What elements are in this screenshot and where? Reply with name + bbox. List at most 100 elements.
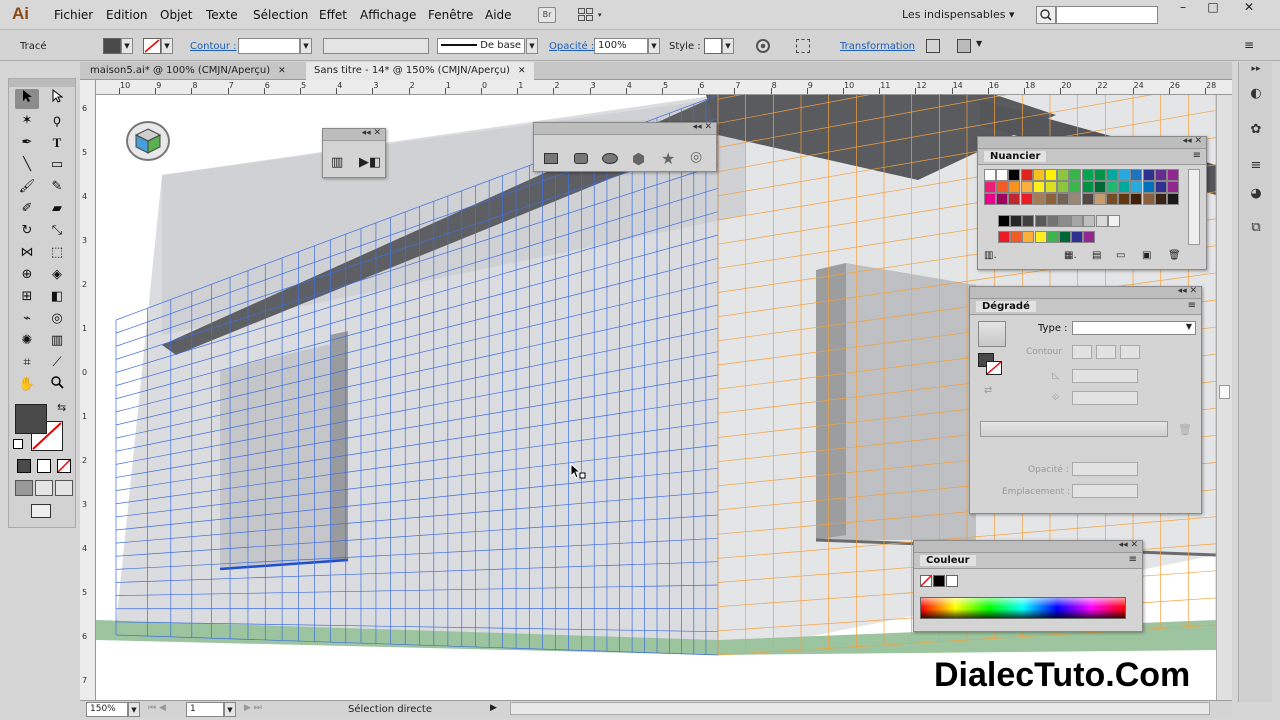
color-swatch[interactable]	[1081, 193, 1094, 205]
opacity-link[interactable]: Opacité :	[549, 41, 594, 52]
gradient-type-select[interactable]: ▼	[1072, 321, 1196, 335]
color-swatch[interactable]	[1032, 169, 1045, 181]
bright-swatch[interactable]	[1010, 231, 1023, 243]
artboard-number-input[interactable]: 1	[186, 702, 224, 717]
pen-tool-icon[interactable]: ✒	[15, 133, 39, 153]
star-shape-icon[interactable]: ★	[661, 149, 675, 168]
color-swatch[interactable]	[984, 169, 996, 181]
bright-swatch[interactable]	[1083, 231, 1096, 243]
panel-controls-icon[interactable]: ◂◂ ✕	[1119, 540, 1138, 550]
mesh-tool-icon[interactable]: ⊞	[15, 287, 39, 307]
menu-objet[interactable]: Objet	[160, 8, 192, 22]
color-swatch[interactable]	[1130, 181, 1143, 193]
transform-link[interactable]: Transformation	[840, 41, 915, 52]
none-mode-icon[interactable]	[57, 459, 71, 473]
perspective-widget-icon[interactable]	[126, 121, 170, 161]
stroke-weight-link[interactable]: Contour :	[190, 41, 236, 52]
transform-options-icon[interactable]	[957, 39, 971, 53]
brush-dropdown-icon[interactable]: ▼	[526, 38, 538, 54]
scale-tool-icon[interactable]: ⤡	[45, 221, 69, 241]
color-swatch[interactable]	[1045, 181, 1057, 193]
search-input[interactable]	[1056, 6, 1158, 24]
hand-tool-icon[interactable]: ✋	[15, 375, 39, 395]
color-swatch[interactable]	[1106, 181, 1118, 193]
stroke-panel-icon[interactable]: ≡	[1247, 158, 1265, 174]
selection-tool-icon[interactable]	[15, 89, 39, 109]
brushes-icon[interactable]: ✿	[1247, 122, 1265, 138]
rotate-tool-icon[interactable]: ↻	[15, 221, 39, 241]
gray-swatch[interactable]	[1095, 215, 1108, 227]
screen-mode-icon[interactable]	[31, 504, 51, 518]
color-swatch[interactable]	[1167, 193, 1179, 205]
black-color-swatch[interactable]	[933, 575, 945, 587]
menu-aide[interactable]: Aide	[485, 8, 512, 22]
horizontal-scrollbar[interactable]	[510, 702, 1210, 715]
gray-swatch[interactable]	[1083, 215, 1096, 227]
panel-controls-icon[interactable]: ◂◂ ✕	[362, 128, 381, 138]
pencil-tool-icon[interactable]: ✎	[45, 177, 69, 197]
draw-inside-icon[interactable]	[55, 480, 73, 496]
swatch-kinds-icon[interactable]: ▦.	[1064, 250, 1077, 261]
direct-selection-tool-icon[interactable]	[45, 88, 69, 109]
fill-color-swatch[interactable]	[103, 38, 121, 54]
menu-affichage[interactable]: Affichage	[360, 8, 416, 22]
stroke-weight-input[interactable]	[238, 38, 300, 54]
gray-swatch[interactable]	[1107, 215, 1120, 227]
rounded-rectangle-shape-icon[interactable]	[574, 153, 588, 164]
draw-normal-icon[interactable]	[15, 480, 33, 496]
bridge-button[interactable]: Br	[538, 7, 556, 23]
align-to-icon[interactable]	[796, 39, 810, 53]
collapse-panels-icon[interactable]: ▸▸	[1247, 64, 1265, 80]
artboard-tool-icon[interactable]: ⌗	[15, 353, 39, 373]
zoom-dropdown-icon[interactable]: ▼	[128, 702, 140, 717]
brush-profile-select[interactable]: De base	[437, 38, 525, 54]
gradient-panel-menu-icon[interactable]: ≡	[1188, 300, 1196, 311]
swatch-options-icon[interactable]: ▤	[1092, 250, 1101, 261]
gray-swatch[interactable]	[998, 215, 1010, 227]
color-swatch[interactable]	[984, 181, 996, 193]
search-icon[interactable]	[1036, 6, 1056, 24]
new-color-group-icon[interactable]: ▭	[1116, 250, 1125, 261]
column-graph-tool-icon[interactable]: ▥	[45, 331, 69, 351]
opacity-dropdown-icon[interactable]: ▼	[648, 38, 660, 54]
swatches-panel-title[interactable]: Nuancier	[984, 151, 1047, 162]
symbol-sprayer-tool-icon[interactable]: ✺	[15, 331, 39, 351]
swap-fill-stroke-icon[interactable]: ⇆	[57, 401, 66, 414]
paintbrush-tool-icon[interactable]: 🖌	[15, 177, 39, 197]
slice-tool-icon[interactable]: ⟋	[45, 353, 69, 373]
color-swatch[interactable]	[1045, 169, 1057, 181]
bright-swatch[interactable]	[1059, 231, 1071, 243]
gray-swatch[interactable]	[1022, 215, 1035, 227]
menu-fenetre[interactable]: Fenêtre	[428, 8, 473, 22]
color-swatch[interactable]	[996, 181, 1009, 193]
type-tool-icon[interactable]: T	[45, 133, 69, 153]
line-tool-icon[interactable]: ╲	[15, 155, 39, 175]
bright-swatch[interactable]	[1022, 231, 1035, 243]
bright-swatch[interactable]	[1034, 231, 1047, 243]
color-swatch[interactable]	[1093, 181, 1106, 193]
color-swatch[interactable]	[1118, 181, 1131, 193]
close-window-button[interactable]: ✕	[1234, 0, 1264, 18]
artboard-dropdown-icon[interactable]: ▼	[224, 702, 236, 717]
zoom-level-input[interactable]: 150%	[86, 702, 128, 717]
color-swatch[interactable]	[996, 169, 1009, 181]
status-menu-icon[interactable]: ▶	[490, 703, 497, 713]
arrange-documents-icon[interactable]: ▾	[578, 7, 606, 23]
layers-icon[interactable]: ⧉	[1247, 220, 1265, 236]
isolate-group-icon[interactable]	[926, 39, 940, 53]
lasso-tool-icon[interactable]: ϙ	[45, 111, 69, 131]
gray-swatch[interactable]	[1046, 215, 1059, 227]
free-transform-tool-icon[interactable]: ⬚	[45, 243, 69, 263]
menu-texte[interactable]: Texte	[206, 8, 238, 22]
maximize-button[interactable]: □	[1198, 0, 1228, 18]
vertical-scroll-thumb[interactable]	[1219, 385, 1230, 399]
color-swatch[interactable]	[1154, 181, 1167, 193]
white-color-swatch[interactable]	[946, 575, 958, 587]
bright-swatch[interactable]	[998, 231, 1010, 243]
width-tool-icon[interactable]: ⋈	[15, 243, 39, 263]
color-swatch[interactable]	[1130, 169, 1143, 181]
stroke-dropdown-icon[interactable]: ▼	[161, 38, 173, 54]
color-swatch[interactable]	[1093, 193, 1106, 205]
color-swatch[interactable]	[996, 193, 1009, 205]
color-swatch[interactable]	[1154, 193, 1167, 205]
